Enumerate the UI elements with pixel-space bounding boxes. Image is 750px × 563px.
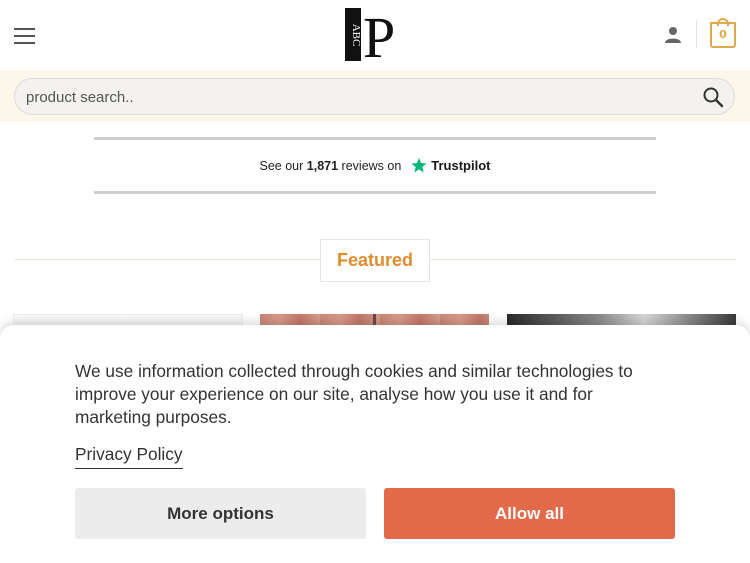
cookie-message: We use information collected through coo…	[75, 361, 633, 427]
user-icon[interactable]	[664, 26, 682, 44]
trustpilot-prefix: See our	[259, 159, 304, 173]
search-input[interactable]	[26, 85, 666, 109]
site-header: ABC P 0	[0, 0, 750, 70]
site-logo[interactable]: ABC P	[345, 5, 407, 70]
trustpilot-suffix: reviews on	[341, 159, 402, 173]
cart-count: 0	[719, 28, 727, 41]
search-icon[interactable]	[702, 86, 724, 108]
allow-all-button[interactable]: Allow all	[384, 488, 675, 539]
trustpilot-divider-bottom	[94, 191, 656, 194]
privacy-policy-link[interactable]: Privacy Policy	[75, 444, 183, 469]
cookie-banner: We use information collected through coo…	[0, 325, 750, 563]
featured-heading: Featured	[320, 239, 430, 282]
search-box	[14, 78, 735, 115]
search-bar-area	[0, 70, 750, 122]
trustpilot-review-count: 1,871	[306, 159, 339, 173]
trustpilot-divider-top	[94, 137, 656, 140]
cart-icon[interactable]: 0	[710, 18, 736, 48]
hamburger-menu-icon[interactable]	[14, 28, 36, 44]
trustpilot-brand: Trustpilot	[431, 158, 491, 173]
logo-letter: P	[363, 8, 395, 62]
trustpilot-star-icon	[411, 158, 427, 173]
logo-abc-text: ABC	[350, 24, 362, 47]
header-divider	[696, 20, 697, 48]
trustpilot-widget[interactable]: See our 1,871 reviews on Trustpilot	[0, 157, 750, 173]
more-options-button[interactable]: More options	[75, 488, 366, 539]
